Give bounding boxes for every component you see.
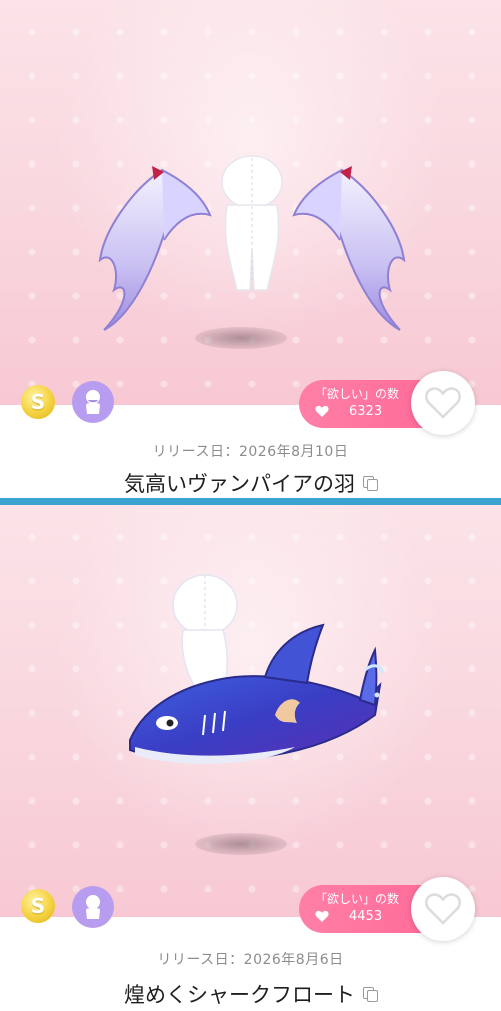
item-card[interactable]: リリース日：2026年8月6日 煌めくシャークフロート S 「欲しい」の数 44… — [0, 505, 501, 1011]
heart-outline-icon — [425, 893, 461, 925]
item-card[interactable]: リリース日：2026年8月10日 気高いヴァンパイアの羽 S 「欲しい」の数 6… — [0, 0, 501, 498]
favorite-button[interactable] — [411, 371, 475, 435]
want-count: 6323 — [349, 404, 383, 419]
heart-icon — [315, 405, 329, 417]
item-title-row: 煌めくシャークフロート — [0, 979, 501, 1009]
coin-s-icon: S — [21, 889, 55, 923]
copy-icon[interactable] — [363, 476, 378, 491]
card-divider — [0, 498, 501, 505]
coin-s-icon: S — [21, 385, 55, 419]
favorite-button[interactable] — [411, 877, 475, 941]
item-name: 気高いヴァンパイアの羽 — [124, 472, 355, 496]
copy-icon[interactable] — [363, 987, 378, 1002]
avatar-icon — [72, 381, 114, 423]
item-preview-stage — [0, 0, 501, 405]
item-title-row: 気高いヴァンパイアの羽 — [0, 468, 501, 498]
shark-float-image — [129, 574, 385, 764]
heart-icon — [315, 910, 329, 922]
item-shadow — [195, 833, 287, 855]
release-date: リリース日：2026年8月6日 — [157, 952, 344, 968]
heart-outline-icon — [425, 387, 461, 419]
want-count: 4453 — [349, 909, 383, 924]
release-date: リリース日：2026年8月10日 — [152, 444, 349, 460]
item-name: 煌めくシャークフロート — [124, 983, 355, 1007]
item-feed: リリース日：2026年8月10日 気高いヴァンパイアの羽 S 「欲しい」の数 6… — [0, 0, 501, 1011]
want-label: 「欲しい」の数 — [315, 387, 400, 401]
want-label: 「欲しい」の数 — [315, 892, 400, 906]
vampire-wings-image — [98, 155, 406, 331]
item-shadow — [195, 327, 287, 349]
item-preview-stage — [0, 505, 501, 917]
avatar-icon — [72, 886, 114, 928]
